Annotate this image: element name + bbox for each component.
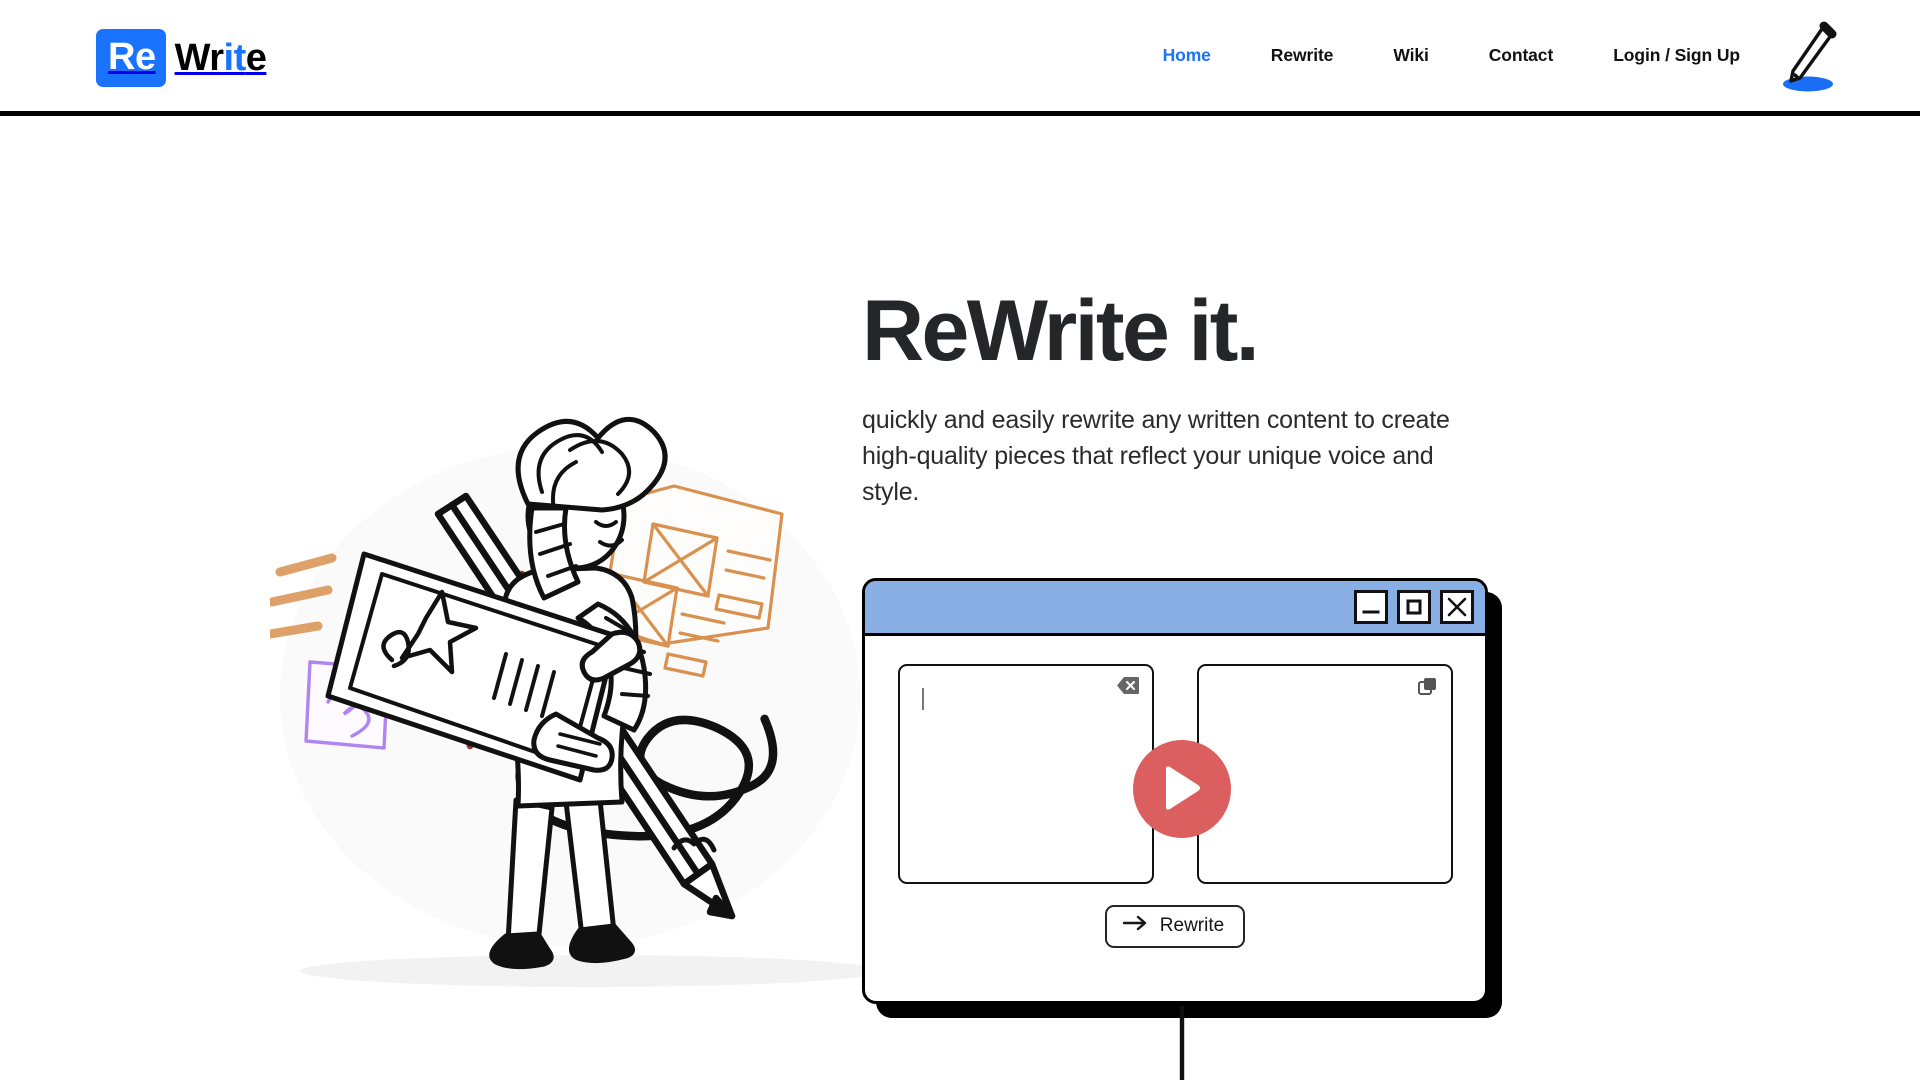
nav-item-home[interactable]: Home: [1163, 37, 1211, 74]
maximize-button[interactable]: [1397, 590, 1431, 624]
nav-item-contact[interactable]: Contact: [1489, 37, 1554, 74]
projector-stand: [862, 1003, 1502, 1080]
source-text-pane[interactable]: [897, 664, 1154, 884]
play-button[interactable]: [1133, 740, 1231, 838]
play-icon: [1166, 766, 1200, 810]
arrow-right-icon: [1122, 915, 1147, 937]
pen-icon[interactable]: [1774, 18, 1842, 94]
close-button[interactable]: [1440, 590, 1474, 624]
logo-wordmark: Write: [175, 39, 267, 77]
rewrite-button[interactable]: Rewrite: [1104, 905, 1246, 948]
hero-copy: ReWrite it. quickly and easily rewrite a…: [862, 288, 1502, 510]
nav-item-rewrite[interactable]: Rewrite: [1271, 37, 1334, 74]
app-window-mockup: Rewrite: [862, 578, 1502, 1018]
text-caret: [921, 688, 924, 710]
hero-subtitle: quickly and easily rewrite any written c…: [862, 406, 1450, 506]
page-title: ReWrite it.: [862, 283, 1260, 379]
logo-part-it: it: [223, 37, 247, 79]
nav-item-login[interactable]: Login / Sign Up: [1613, 37, 1740, 74]
logo-mark-re: Re: [96, 29, 166, 87]
site-header: Re Write Home Rewrite Wiki Contact Login…: [0, 0, 1920, 116]
nav-item-wiki[interactable]: Wiki: [1393, 37, 1429, 74]
writer-with-pencil-illustration: [265, 396, 890, 1016]
minimize-button[interactable]: [1354, 590, 1388, 624]
logo-part-e: e: [245, 37, 267, 79]
rewrite-button-label: Rewrite: [1159, 915, 1225, 936]
hero-section: ReWrite it. quickly and easily rewrite a…: [0, 116, 1920, 1080]
copy-icon[interactable]: [1417, 677, 1438, 702]
main-navigation: Home Rewrite Wiki Contact Login / Sign U…: [1163, 0, 1741, 111]
brand-logo[interactable]: Re Write: [96, 29, 267, 87]
logo-part-wr: Wr: [174, 37, 224, 79]
clear-input-icon[interactable]: [1116, 677, 1139, 699]
result-text-pane[interactable]: [1196, 664, 1453, 884]
window-title-bar: [865, 581, 1485, 636]
